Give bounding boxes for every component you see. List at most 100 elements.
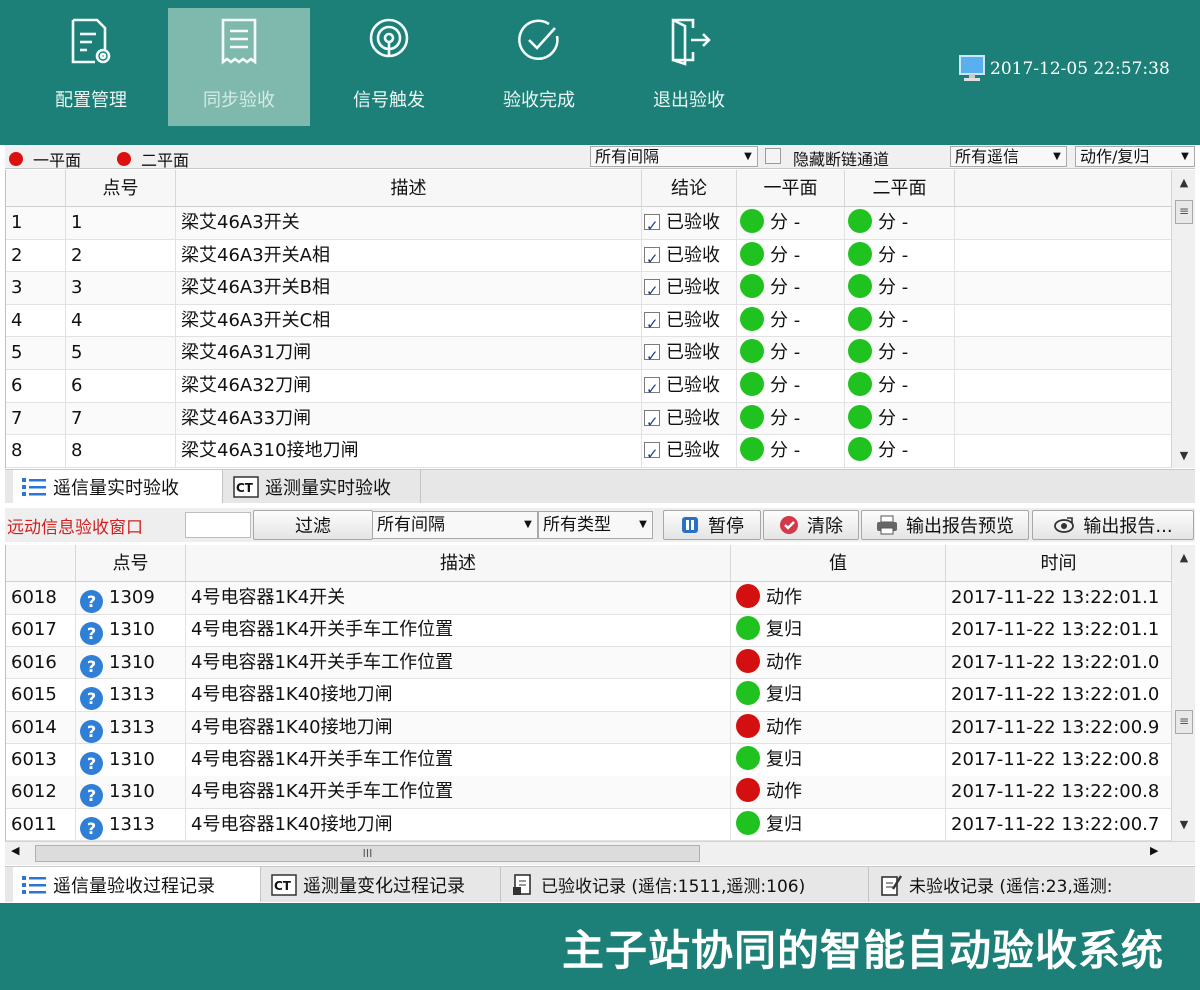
scroll-left-icon[interactable]: ◀	[11, 844, 19, 857]
telesignal-select[interactable]: 所有遥信 ▼	[950, 146, 1067, 167]
point-text: 1309	[109, 587, 155, 608]
signal-icon	[369, 18, 409, 58]
tab-telemetry-realtime[interactable]: CT 遥测量实时验收	[225, 470, 421, 503]
acceptance-complete-button[interactable]: 验收完成	[468, 8, 610, 126]
clear-button[interactable]: 清除	[763, 510, 859, 540]
table-row[interactable]: 6015? 1313 4号电容器1K40接地刀闸 复归 2017-11-22 13:22…	[6, 679, 1171, 712]
col-desc-header[interactable]: 描述	[186, 545, 731, 581]
col-value-header[interactable]: 值	[731, 545, 946, 581]
question-icon: ?	[80, 784, 103, 808]
row-index-header	[6, 545, 76, 581]
table-row[interactable]: 11梁艾46A3开关已验收分 -分 -	[6, 207, 1171, 240]
table-row[interactable]: 6016? 1310 4号电容器1K4开关手车工作位置 动作 2017-11-22 13…	[6, 646, 1171, 680]
tab-telemetry-process[interactable]: CT 遥测量变化过程记录	[263, 867, 501, 902]
accepted-checkbox[interactable]	[644, 438, 660, 467]
accepted-checkbox[interactable]	[644, 210, 660, 239]
signal-trigger-button[interactable]: 信号触发	[318, 8, 460, 126]
col-result-header[interactable]: 结论	[642, 170, 737, 206]
point-cell: ? 1310	[76, 744, 186, 776]
point-cell: ? 1313	[76, 679, 186, 711]
exit-acceptance-button[interactable]: 退出验收	[618, 8, 760, 126]
tab-unaccepted-records[interactable]: 未验收记录 (遥信:23,遥测:	[871, 867, 1195, 902]
pause-icon	[682, 517, 698, 533]
value-text: 动作	[766, 716, 802, 738]
pause-button[interactable]: 暂停	[663, 510, 761, 540]
scroll-down-icon[interactable]: ▼	[1172, 818, 1196, 831]
config-manage-button[interactable]: 配置管理	[20, 8, 162, 126]
col-point-header[interactable]: 点号	[76, 545, 186, 581]
accepted-checkbox[interactable]	[644, 406, 660, 434]
filter-input[interactable]	[185, 512, 251, 538]
export-report-button[interactable]: 输出报告...	[1032, 510, 1194, 540]
tab-telesignal-realtime[interactable]: 遥信量实时验收	[13, 470, 223, 503]
table-row[interactable]: 6012? 1310 4号电容器1K4开关手车工作位置 动作 2017-11-22 13…	[6, 776, 1171, 809]
result-text: 已验收	[666, 244, 720, 266]
col-plane1-header[interactable]: 一平面	[737, 170, 845, 206]
action-select[interactable]: 动作/复归 ▼	[1075, 146, 1195, 167]
tab-telesignal-process[interactable]: 遥信量验收过程记录	[13, 867, 261, 902]
row-index: 4	[6, 304, 66, 337]
col-point-header[interactable]: 点号	[66, 170, 176, 206]
config-manage-label: 配置管理	[55, 90, 127, 111]
col-plane2-header[interactable]: 二平面	[845, 170, 955, 206]
table-row[interactable]: 88梁艾46A310接地刀闸已验收分 -分 -	[6, 435, 1171, 468]
table-row[interactable]: 33梁艾46A3开关B相已验收分 -分 -	[6, 272, 1171, 305]
status-dot	[848, 241, 872, 266]
accepted-checkbox[interactable]	[644, 275, 660, 304]
table-row[interactable]: 66梁艾46A32刀闸已验收分 -分 -	[6, 370, 1171, 403]
table-row[interactable]: 44梁艾46A3开关C相已验收分 -分 -	[6, 304, 1171, 338]
config-doc-icon	[71, 18, 111, 64]
scroll-up-icon[interactable]: ▲	[1172, 551, 1196, 564]
table2-horizontal-scrollbar[interactable]: ◀ III ▶	[5, 841, 1195, 865]
hide-broken-checkbox[interactable]	[765, 148, 781, 164]
scroll-thumb[interactable]: ≡	[1175, 200, 1193, 224]
table1-vertical-scrollbar[interactable]: ▲ ≡ ▼	[1171, 170, 1195, 468]
table2-vertical-scrollbar[interactable]: ▲ ≡ ▼	[1171, 545, 1195, 841]
scroll-down-icon[interactable]: ▼	[1172, 449, 1196, 462]
scroll-thumb[interactable]: III	[35, 845, 700, 862]
accepted-checkbox[interactable]	[644, 243, 660, 271]
status-dot	[736, 810, 760, 835]
scroll-up-icon[interactable]: ▲	[1172, 176, 1196, 189]
scroll-right-icon[interactable]: ▶	[1150, 844, 1158, 857]
result-text: 已验收	[666, 277, 720, 299]
table-row[interactable]: 22梁艾46A3开关A相已验收分 -分 -	[6, 239, 1171, 273]
sync-acceptance-button[interactable]: 同步验收	[168, 8, 310, 126]
table-row[interactable]: 6013? 1310 4号电容器1K4开关手车工作位置 复归 2017-11-22 13…	[6, 744, 1171, 777]
accepted-checkbox[interactable]	[644, 308, 660, 336]
col-desc-header[interactable]: 描述	[176, 170, 642, 206]
col-time-header[interactable]: 时间	[946, 545, 1171, 581]
status-dot	[740, 209, 764, 233]
question-icon: ?	[80, 752, 103, 775]
filter-button[interactable]: 过滤	[253, 510, 373, 540]
tab-accepted-records[interactable]: 已验收记录 (遥信:1511,遥测:106)	[503, 867, 869, 902]
result-text: 已验收	[666, 309, 720, 331]
accepted-checkbox[interactable]	[644, 340, 660, 369]
status-dot	[736, 681, 760, 706]
main-toolbar: 配置管理 同步验收 信号触发 验收完成 退出验收 2017-12-05 22:5…	[0, 0, 1200, 145]
accepted-checkbox[interactable]	[644, 373, 660, 402]
question-icon: ?	[80, 654, 103, 678]
plane2-text: 分 -	[878, 342, 909, 364]
status-dot	[740, 306, 764, 331]
point-cell: 4	[66, 304, 176, 337]
record-interval-select[interactable]: 所有间隔 ▼	[372, 511, 538, 539]
status-dot	[740, 274, 764, 299]
scroll-thumb[interactable]: ≡	[1175, 710, 1193, 734]
row-index: 6011	[6, 808, 76, 841]
table-row[interactable]: 77梁艾46A33刀闸已验收分 -分 -	[6, 402, 1171, 436]
table-row[interactable]: 6017? 1310 4号电容器1K4开关手车工作位置 复归 2017-11-22 13…	[6, 614, 1171, 647]
record-type-select[interactable]: 所有类型 ▼	[538, 511, 653, 539]
table-row[interactable]: 55梁艾46A31刀闸已验收分 -分 -	[6, 337, 1171, 370]
status-dot	[740, 404, 764, 429]
report-preview-button[interactable]: 输出报告预览	[861, 510, 1029, 540]
plane1-cell: 分 -	[737, 304, 845, 337]
table-row[interactable]: 6018? 1309 4号电容器1K4开关 动作 2017-11-22 13:22:01…	[6, 582, 1171, 615]
interval-select[interactable]: 所有间隔 ▼	[590, 146, 758, 167]
table-row[interactable]: 6011? 1313 4号电容器1K40接地刀闸 复归 2017-11-22 13:22…	[6, 808, 1171, 841]
time-cell: 2017-11-22 13:22:00.8	[951, 749, 1160, 770]
status-dot	[736, 778, 760, 803]
table-row[interactable]: 6014? 1313 4号电容器1K40接地刀闸 动作 2017-11-22 13:22…	[6, 711, 1171, 745]
point-cell: ? 1310	[76, 614, 186, 646]
value-text: 复归	[766, 684, 802, 706]
